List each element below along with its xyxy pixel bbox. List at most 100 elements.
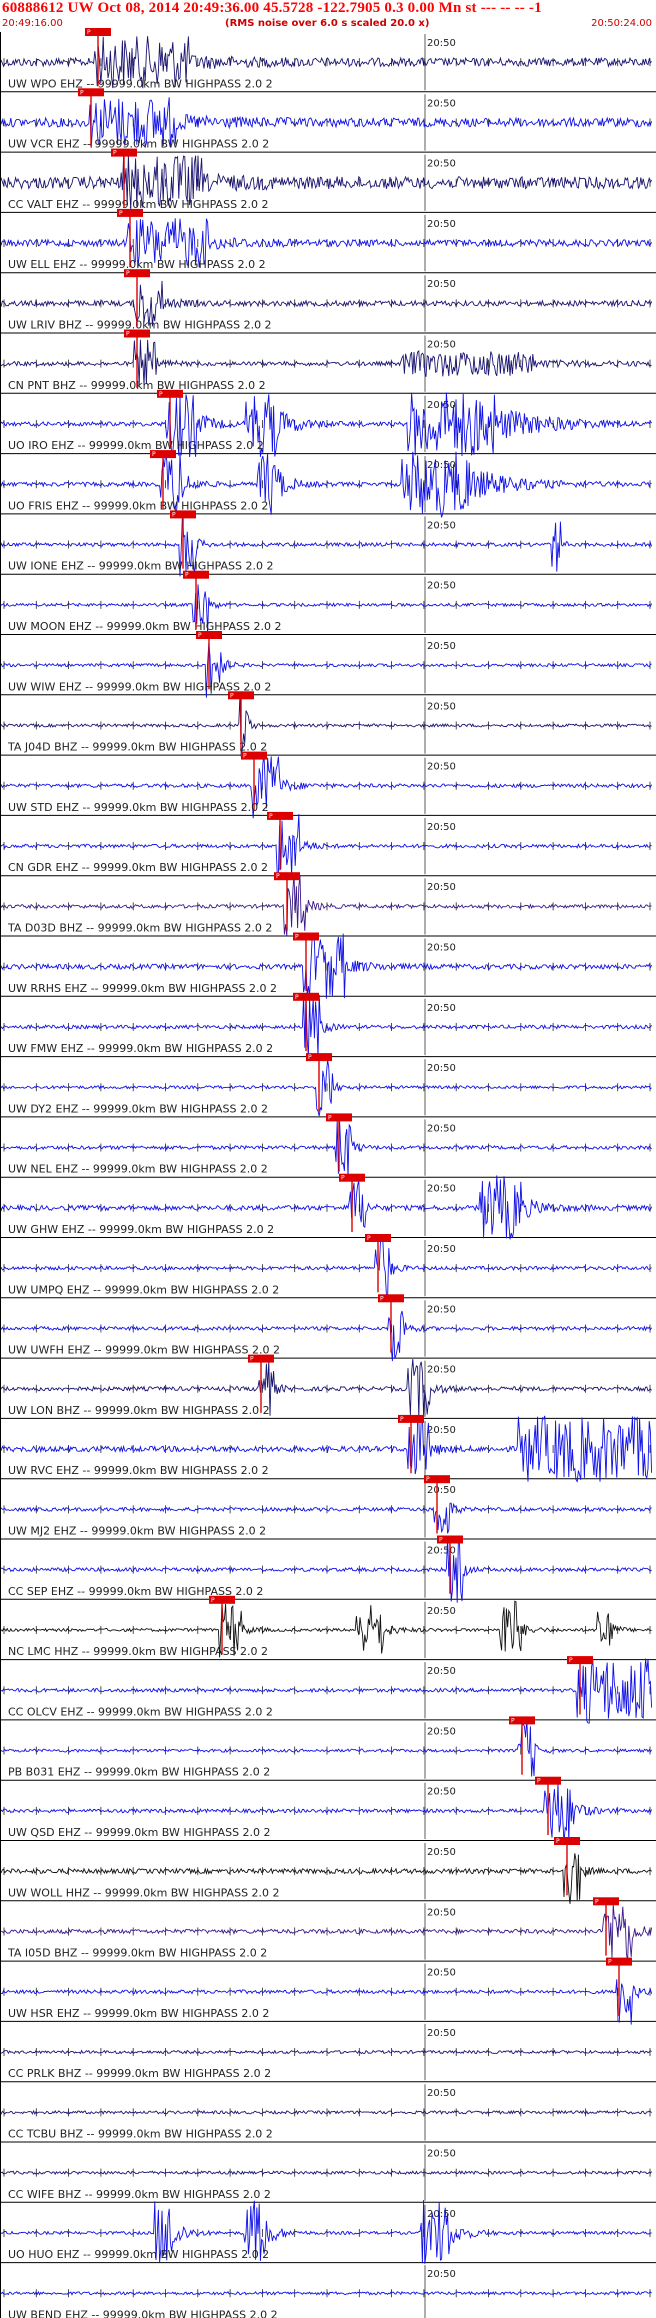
station-label: UW MJ2 EHZ -- 99999.0km BW HIGHPASS 2.0 …: [8, 1525, 266, 1538]
minute-label: 20:50: [427, 2209, 456, 2220]
trace-row: 20:50 UW NEL EHZ -- 99999.0km BW HIGHPASS…: [0, 1113, 656, 1179]
minute-label: 20:50: [427, 1546, 456, 1557]
waveform: [0, 2170, 652, 2176]
station-label: UO HUO EHZ -- 99999.0km BW HIGHPASS 2.0 …: [8, 2248, 269, 2261]
station-label: PB B031 EHZ -- 99999.0km BW HIGHPASS 2.0…: [8, 1766, 270, 1779]
station-label: UW NEL EHZ -- 99999.0km BW HIGHPASS 2.0 …: [8, 1163, 268, 1176]
minute-label: 20:50: [427, 2269, 456, 2280]
station-label: UW STD EHZ -- 99999.0km BW HIGHPASS 2.0 …: [8, 801, 269, 814]
minute-label: 20:50: [427, 882, 456, 893]
trace-row: 20:50 UW STD EHZ -- 99999.0km BW HIGHPASS…: [0, 751, 656, 819]
minute-label: 20:50: [427, 1425, 456, 1436]
station-label: TA D03D BHZ -- 99999.0km BW HIGHPASS 2.0…: [7, 922, 272, 935]
station-label: UW UWFH EHZ -- 99999.0km BW HIGHPASS 2.0…: [8, 1344, 280, 1357]
pick-label: P: [439, 1537, 443, 1544]
trace-row: 20:50 UW UWFH EHZ -- 99999.0km BW HIGHPAS…: [0, 1294, 656, 1362]
station-label: UW BEND EHZ -- 99999.0km BW HIGHPASS 2.0…: [8, 2308, 278, 2318]
minute-label: 20:50: [427, 2088, 456, 2099]
waveform: [0, 2290, 652, 2296]
pick-label: P: [367, 1235, 371, 1242]
trace-row: 20:50 TA D03D BHZ -- 99999.0km BW HIGHPAS…: [0, 872, 656, 937]
trace-row: 20:50 PB B031 EHZ -- 99999.0km BW HIGHPAS…: [0, 1716, 656, 1781]
trace-row: 20:50 UW RVC EHZ -- 99999.0km BW HIGHPASS…: [0, 1414, 656, 1483]
trace-row: 20:50CN PNT BHZ -- 99999.0km BW HIGHPASS…: [0, 329, 656, 394]
minute-label: 20:50: [427, 1968, 456, 1979]
pick-label: P: [276, 873, 280, 880]
pick-label: P: [87, 29, 91, 36]
minute-label: 20:50: [427, 1365, 456, 1376]
pick-label: P: [295, 934, 299, 941]
pick-label: P: [126, 270, 130, 277]
pick-label: P: [426, 1476, 430, 1483]
trace-row: 20:50 UW UMPQ EHZ -- 99999.0km BW HIGHPAS…: [0, 1234, 656, 1299]
station-label: UW MOON EHZ -- 99999.0km BW HIGHPASS 2.0…: [8, 620, 281, 633]
station-label: NC LMC HHZ -- 99999.0km BW HIGHPASS 2.0 …: [8, 1645, 268, 1658]
pick-label: P: [556, 1838, 560, 1845]
minute-label: 20:50: [427, 98, 456, 109]
station-label: UW QSD EHZ -- 99999.0km BW HIGHPASS 2.0 …: [8, 1826, 271, 1839]
minute-label: 20:50: [427, 1184, 456, 1195]
pick-label: P: [341, 1175, 345, 1182]
trace-row: 20:50UO IRO EHZ -- 99999.0km BW HIGHPASS…: [0, 389, 656, 458]
station-label: UW VCR EHZ -- 99999.0km BW HIGHPASS 2.0 …: [8, 138, 269, 151]
trace-row: 20:50 UW WOLL HHZ -- 99999.0km BW HIGHPAS…: [0, 1837, 656, 1904]
trace-row: 20:50 UW WPO EHZ -- 99999.0km BW HIGHPASS…: [0, 28, 656, 93]
trace-row: 20:50 UW IONE EHZ -- 99999.0km BW HIGHPAS…: [0, 510, 656, 577]
pick-label: P: [126, 331, 130, 338]
minute-label: 20:50: [427, 279, 456, 290]
trace-row: 20:50UW LRIV BHZ -- 99999.0km BW HIGHPAS…: [0, 269, 656, 334]
minute-label: 20:50: [427, 2149, 456, 2160]
station-label: UW HSR EHZ -- 99999.0km BW HIGHPASS 2.0 …: [8, 2007, 269, 2020]
minute-label: 20:50: [427, 1304, 456, 1315]
pick-label: P: [308, 1054, 312, 1061]
trace-row: 20:50 UW MJ2 EHZ -- 99999.0km BW HIGHPASS…: [0, 1475, 656, 1540]
pick-label: P: [152, 451, 156, 458]
trace-row: 20:50 UW GHW EHZ -- 99999.0km BW HIGHPASS…: [0, 1173, 656, 1240]
trace-row: 20:50UO FRIS EHZ -- 99999.0km BW HIGHPAS…: [0, 450, 656, 518]
pick-label: P: [159, 391, 163, 398]
station-label: CN GDR EHZ -- 99999.0km BW HIGHPASS 2.0 …: [8, 861, 268, 874]
station-label: UW WOLL HHZ -- 99999.0km BW HIGHPASS 2.0…: [8, 1886, 280, 1899]
pick-label: P: [269, 813, 273, 820]
trace-row: 20:50 CC PRLK BHZ -- 99999.0km BW HIGHPAS…: [0, 2023, 656, 2083]
minute-label: 20:50: [427, 1907, 456, 1918]
pick-label: P: [400, 1416, 404, 1423]
pick-label: P: [198, 632, 202, 639]
minute-label: 20:50: [427, 641, 456, 652]
pick-label: P: [243, 753, 247, 760]
minute-label: 20:50: [427, 762, 456, 773]
station-label: TA J04D BHZ -- 99999.0km BW HIGHPASS 2.0…: [7, 741, 267, 754]
trace-row: 20:50UW WIW EHZ -- 99999.0km BW HIGHPASS…: [0, 631, 656, 698]
minute-label: 20:50: [427, 1666, 456, 1677]
station-label: UW LON BHZ -- 99999.0km BW HIGHPASS 2.0 …: [8, 1404, 270, 1417]
pick-label: P: [595, 1898, 599, 1905]
trace-row: 20:50 UW FMW EHZ -- 99999.0km BW HIGHPASS…: [0, 992, 656, 1058]
pick-label: P: [113, 150, 117, 157]
pick-label: P: [119, 210, 123, 217]
trace-row: 20:50 UW QSD EHZ -- 99999.0km BW HIGHPASS…: [0, 1776, 656, 1843]
minute-label: 20:50: [427, 159, 456, 170]
trace-row: 20:50CC SEP EHZ -- 99999.0km BW HIGHPASS…: [0, 1535, 656, 1603]
trace-row: 20:50 UW RRHS EHZ -- 99999.0km BW HIGHPAS…: [0, 932, 656, 999]
minute-label: 20:50: [427, 1847, 456, 1858]
station-label: UW RVC EHZ -- 99999.0km BW HIGHPASS 2.0 …: [8, 1464, 269, 1477]
station-label: UO IRO EHZ -- 99999.0km BW HIGHPASS 2.0 …: [8, 439, 264, 452]
trace-row: 20:50 UW HSR EHZ -- 99999.0km BW HIGHPASS…: [0, 1957, 656, 2025]
station-label: UW IONE EHZ -- 99999.0km BW HIGHPASS 2.0…: [8, 560, 274, 573]
station-label: UW WPO EHZ -- 99999.0km BW HIGHPASS 2.0 …: [8, 77, 273, 90]
trace-row: 20:50 UW VCR EHZ -- 99999.0km BW HIGHPASS…: [0, 88, 656, 153]
minute-label: 20:50: [427, 1003, 456, 1014]
station-label: CC OLCV EHZ -- 99999.0km BW HIGHPASS 2.0…: [8, 1705, 273, 1718]
minute-label: 20:50: [427, 38, 456, 49]
pick-label: P: [608, 1959, 612, 1966]
minute-label: 20:50: [427, 822, 456, 833]
minute-label: 20:50: [427, 1123, 456, 1134]
station-label: UW RRHS EHZ -- 99999.0km BW HIGHPASS 2.0…: [8, 982, 277, 995]
station-label: UW UMPQ EHZ -- 99999.0km BW HIGHPASS 2.0…: [8, 1283, 279, 1296]
minute-label: 20:50: [427, 1606, 456, 1617]
pick-label: P: [250, 1356, 254, 1363]
minute-label: 20:50: [427, 581, 456, 592]
pick-label: P: [511, 1717, 515, 1724]
trace-row: 20:50 UW DY2 EHZ -- 99999.0km BW HIGHPASS…: [0, 1053, 656, 1118]
station-label: UW DY2 EHZ -- 99999.0km BW HIGHPASS 2.0 …: [8, 1102, 268, 1115]
